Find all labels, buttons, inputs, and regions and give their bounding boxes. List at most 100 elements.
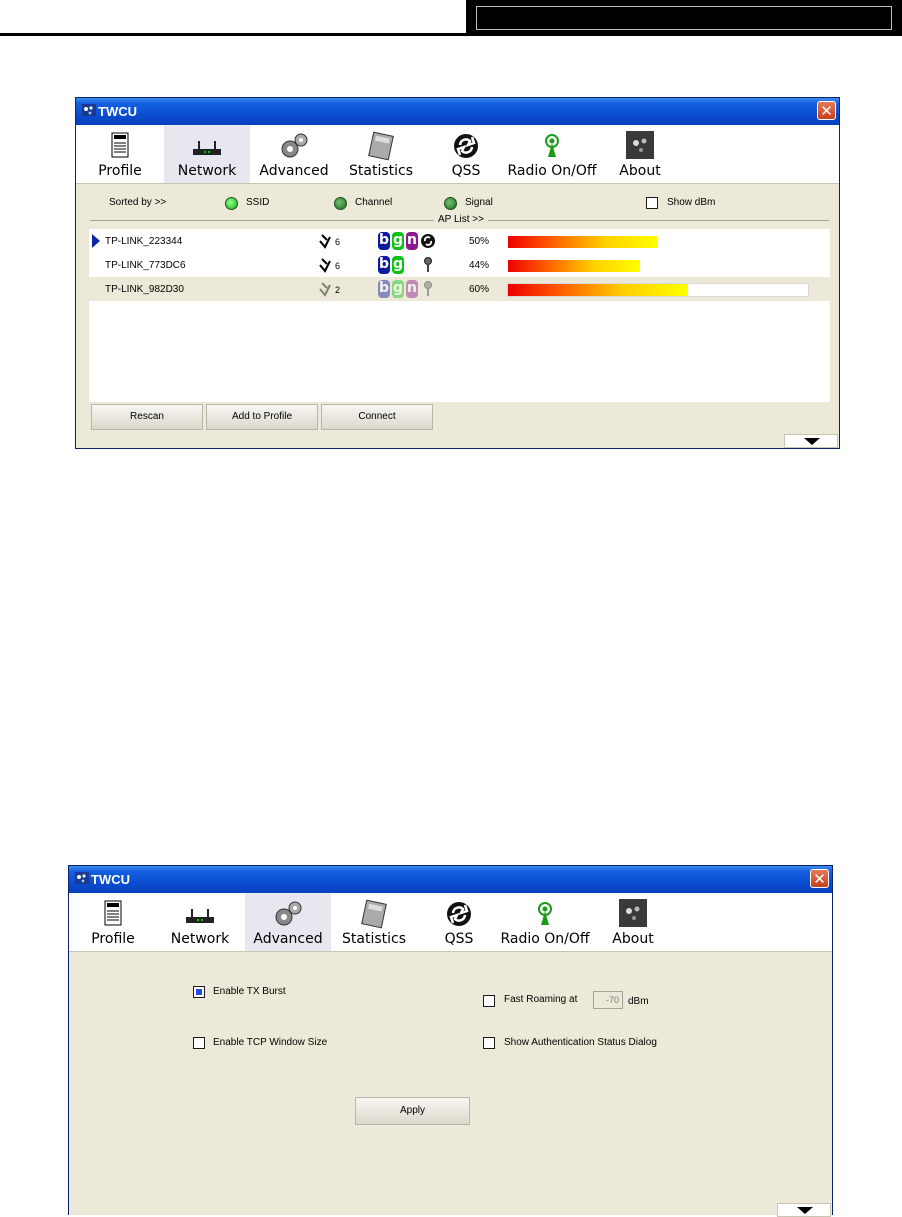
tab-label: Radio On/Off — [500, 931, 590, 947]
tab-label: Advanced — [253, 931, 323, 947]
tab-statistics[interactable]: Statistics — [338, 125, 424, 183]
tab-about[interactable]: About — [593, 893, 673, 951]
show-auth-status-dialog-checkbox[interactable] — [483, 1037, 495, 1049]
lock-key-icon — [424, 257, 432, 272]
radio-antenna-icon — [545, 134, 559, 157]
tab-qss[interactable]: QSS — [421, 893, 497, 951]
calculator-icon — [368, 131, 394, 161]
tab-label: Advanced — [259, 163, 329, 179]
tab-label: About — [619, 163, 661, 179]
window-title: TWCU — [91, 872, 130, 887]
window-title: TWCU — [98, 104, 137, 119]
signal-bar-fill — [508, 260, 640, 272]
tab-radio-on-off[interactable]: Radio On/Off — [499, 893, 591, 951]
sort-ssid-label: SSID — [246, 197, 270, 208]
ap-signal-text: 50% — [469, 236, 490, 247]
calculator-icon — [361, 899, 387, 929]
close-button[interactable]: ✕ — [817, 101, 836, 120]
signal-bar — [507, 259, 809, 273]
signal-bar-fill — [508, 236, 658, 248]
title-bar[interactable]: TWCU ✕ — [76, 98, 839, 125]
fast-roaming-unit: dBm — [628, 996, 649, 1007]
gears-icon — [275, 901, 302, 926]
expand-arrow-button[interactable] — [784, 434, 838, 448]
ap-ssid: TP-LINK_223344 — [105, 236, 183, 247]
tab-profile[interactable]: Profile — [80, 125, 160, 183]
tab-network[interactable]: Network — [157, 893, 243, 951]
close-button[interactable]: ✕ — [810, 869, 829, 888]
sort-signal-radio[interactable] — [444, 197, 457, 210]
enable-tx-burst-label: Enable TX Burst — [213, 986, 286, 997]
fast-roaming-label: Fast Roaming at — [504, 994, 578, 1005]
qss-icon — [447, 902, 471, 926]
tab-label: QSS — [451, 163, 481, 179]
mode-n-icon: n — [406, 280, 418, 298]
tab-profile[interactable]: Profile — [73, 893, 153, 951]
enable-tx-burst-checkbox[interactable] — [193, 986, 205, 998]
twcu-window-advanced: TWCU ✕ Profile Network Advanced Statisti… — [68, 865, 833, 1217]
fast-roaming-dbm-input[interactable]: -70 — [593, 991, 623, 1009]
ap-channel: 6 — [335, 237, 341, 247]
ap-signal-text: 60% — [469, 284, 490, 295]
sort-channel-radio[interactable] — [334, 197, 347, 210]
connect-button[interactable]: Connect — [321, 404, 433, 430]
mode-g-icon: g — [392, 280, 404, 298]
tab-label: About — [612, 931, 654, 947]
page-header-box — [466, 0, 902, 34]
toolbar: Profile Network Advanced Statistics QSS … — [69, 893, 832, 952]
ap-row[interactable]: TP-LINK_982D30 2 b g n 60% — [89, 277, 830, 301]
twcu-window-network: TWCU ✕ Profile Network Advanced Statisti… — [75, 97, 840, 449]
tab-label: Profile — [98, 163, 142, 179]
show-dbm-checkbox[interactable] — [646, 197, 658, 209]
tab-label: Network — [170, 931, 230, 947]
sort-signal-label: Signal — [465, 197, 493, 208]
tab-advanced[interactable]: Advanced — [245, 893, 331, 951]
show-dbm-label: Show dBm — [667, 197, 716, 208]
toolbar: Profile Network Advanced Statistics QSS … — [76, 125, 839, 184]
ap-row[interactable]: TP-LINK_223344 6 b g n 50% — [89, 229, 830, 253]
show-auth-status-dialog-label: Show Authentication Status Dialog — [504, 1037, 657, 1048]
page-header-box-frame — [476, 6, 892, 30]
signal-bar — [507, 283, 809, 297]
title-bar[interactable]: TWCU ✕ — [69, 866, 832, 893]
ap-channel: 6 — [335, 261, 341, 271]
add-to-profile-button[interactable]: Add to Profile — [206, 404, 318, 430]
ap-list-label: AP List >> — [434, 214, 488, 225]
mode-g-icon: g — [392, 256, 404, 274]
qss-icon — [421, 234, 435, 248]
ap-ssid: TP-LINK_982D30 — [105, 284, 184, 295]
tab-advanced[interactable]: Advanced — [252, 125, 336, 183]
fast-roaming-checkbox[interactable] — [483, 995, 495, 1007]
sorted-by-label: Sorted by >> — [109, 197, 167, 208]
mode-g-icon: g — [392, 232, 404, 250]
ap-row[interactable]: TP-LINK_773DC6 6 b g 44% — [89, 253, 830, 277]
selection-pointer-icon — [92, 234, 100, 248]
lock-key-icon — [424, 281, 432, 296]
enable-tcp-window-size-label: Enable TCP Window Size — [213, 1037, 328, 1048]
mode-b-icon: b — [378, 232, 390, 250]
tab-label: Statistics — [349, 163, 413, 179]
mode-b-icon: b — [378, 280, 390, 298]
tab-radio-on-off[interactable]: Radio On/Off — [506, 125, 598, 183]
page-header-rule — [0, 33, 902, 36]
profile-icon — [111, 132, 129, 158]
tab-about[interactable]: About — [600, 125, 680, 183]
rescan-button[interactable]: Rescan — [91, 404, 203, 430]
network-icon — [186, 909, 214, 923]
channel-icon — [319, 258, 331, 273]
channel-icon — [319, 234, 331, 249]
tab-label: QSS — [444, 931, 474, 947]
network-icon — [193, 141, 221, 155]
tab-qss[interactable]: QSS — [428, 125, 504, 183]
tab-statistics[interactable]: Statistics — [331, 893, 417, 951]
enable-tcp-window-size-checkbox[interactable] — [193, 1037, 205, 1049]
signal-bar-fill — [508, 284, 688, 296]
radio-antenna-icon — [538, 902, 552, 925]
tab-network[interactable]: Network — [164, 125, 250, 183]
tab-label: Radio On/Off — [507, 163, 597, 179]
mode-n-icon: n — [406, 232, 418, 250]
ap-list[interactable]: TP-LINK_223344 6 b g n 50% TP-LINK_773DC… — [89, 229, 830, 402]
qss-icon — [454, 134, 478, 158]
sort-ssid-radio[interactable] — [225, 197, 238, 210]
apply-button[interactable]: Apply — [355, 1097, 470, 1125]
